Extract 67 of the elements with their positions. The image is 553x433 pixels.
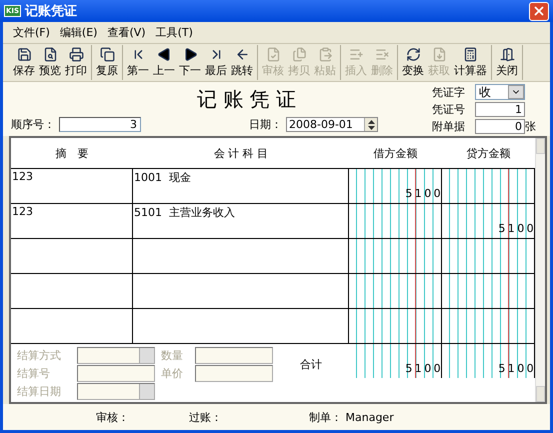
next-icon [182, 47, 198, 62]
voucher-number-field[interactable]: 1 [475, 102, 525, 117]
field-label: 结算号 [17, 366, 51, 380]
delete-icon [374, 47, 390, 62]
convert-icon [406, 47, 420, 62]
paste-icon [318, 47, 332, 62]
close-button[interactable] [529, 2, 549, 20]
toolbar-button[interactable]: 复原 [94, 45, 120, 80]
preview-icon [42, 47, 58, 62]
field-label: 凭证号 [432, 102, 465, 117]
save-icon [16, 47, 32, 62]
toolbar-button[interactable]: 上一 [151, 45, 177, 80]
column-header: 借方金额 [372, 146, 418, 160]
previous-icon [156, 47, 172, 62]
restore-icon [100, 47, 114, 62]
field-label: 日期： [249, 117, 282, 132]
field-label: 结算日期 [17, 384, 62, 398]
signature-label: 制单： Manager [309, 410, 395, 424]
fetch-icon [432, 47, 446, 62]
jump-icon [234, 47, 250, 62]
calculator-icon [463, 47, 478, 62]
scrollbar[interactable] [535, 138, 545, 402]
close-icon [532, 4, 546, 18]
toolbar-button[interactable]: 计算器 [452, 45, 489, 80]
column-header: 摘 要 [54, 146, 90, 160]
menu-item[interactable]: 查看(V) [107, 25, 146, 40]
table-cell: 1001 现金 [134, 171, 191, 184]
field-label: 结算方式 [17, 348, 62, 362]
column-header: 贷方金额 [466, 146, 512, 160]
toolbar-button[interactable]: 保存 [11, 45, 37, 80]
toolbar-button[interactable]: 跳转 [229, 45, 255, 80]
toolbar-button[interactable]: 预览 [37, 45, 63, 80]
toolbar-button[interactable]: 最后 [203, 45, 229, 80]
toolbar-button[interactable]: 第一 [125, 45, 151, 80]
sequence-field[interactable]: 3 [59, 117, 141, 132]
copy-icon [292, 47, 306, 62]
menu-item[interactable]: 编辑(E) [60, 25, 98, 40]
field-label: 凭证字 [432, 84, 465, 100]
table-cell: 5101 主营业务收入 [134, 206, 235, 219]
unit-label: 张 [525, 119, 536, 134]
total-label: 合计 [299, 356, 323, 372]
field-label: 附单据 [432, 119, 465, 134]
door-icon [500, 47, 514, 62]
field-label: 数量 [161, 348, 184, 362]
date-field[interactable]: 2008-09-01 [286, 117, 378, 132]
toolbar-button[interactable]: 关闭 [494, 45, 520, 80]
field-label: 单价 [161, 366, 184, 380]
printer-icon [68, 47, 84, 62]
field-label: 顺序号： [11, 117, 55, 132]
menu-item[interactable]: 文件(F) [13, 25, 50, 40]
signature-label: 过账： [189, 410, 223, 424]
toolbar-button[interactable]: 打印 [63, 45, 89, 80]
signature-label: 审核： [96, 410, 129, 424]
toolbar-button[interactable]: 变换 [400, 45, 426, 80]
form-title: 记 账 凭 证 [196, 86, 298, 113]
table-cell: 123 [12, 170, 33, 183]
check-icon [266, 47, 280, 62]
column-header: 会 计 科 目 [212, 146, 270, 160]
menu-item[interactable]: 工具(T) [156, 25, 193, 40]
window-title: 记账凭证 [25, 3, 78, 20]
spin-icon [364, 118, 377, 131]
table-cell: 123 [12, 205, 33, 218]
dropdown-icon [508, 85, 524, 99]
insert-icon [348, 47, 364, 62]
voucher-type-dropdown[interactable]: 收 [475, 84, 525, 100]
attachments-field[interactable]: 0 [475, 119, 525, 134]
toolbar-button[interactable]: 下一 [177, 45, 203, 80]
